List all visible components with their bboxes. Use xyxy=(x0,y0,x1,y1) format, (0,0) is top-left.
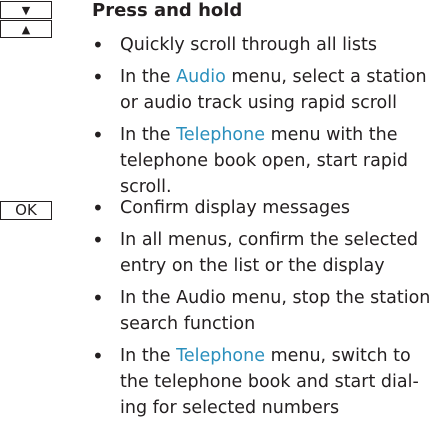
list-item: • In all menus, confirm the selected ent… xyxy=(92,227,440,279)
audio-term: Audio xyxy=(176,67,226,87)
item-text-prefix: In the xyxy=(120,346,177,366)
item-text: Quickly scroll through all lists xyxy=(120,35,377,55)
item-text-prefix: In the xyxy=(120,67,177,87)
scroll-up-key: ▲ xyxy=(0,20,52,38)
item-text: In the Audio menu, stop the station sear… xyxy=(120,288,431,334)
bullet-icon: • xyxy=(92,65,104,89)
item-text: In all menus, confirm the selected entry… xyxy=(120,230,419,276)
ok-key-list: • Confirm display messages • In all menu… xyxy=(92,195,440,427)
ok-key: OK xyxy=(0,201,52,220)
list-item: • In the Telephone menu with the telepho… xyxy=(92,122,440,200)
bullet-icon: • xyxy=(92,123,104,147)
scroll-down-key: ▼ xyxy=(0,1,52,19)
bullet-icon: • xyxy=(92,33,104,57)
list-item: • Quickly scroll through all lists xyxy=(92,32,440,58)
triangle-down-icon: ▼ xyxy=(21,3,31,17)
list-item: • In the Telephone menu, switch to the t… xyxy=(92,343,440,421)
press-hold-list: • Quickly scroll through all lists • In … xyxy=(92,32,440,206)
triangle-up-icon: ▲ xyxy=(21,22,31,36)
bullet-icon: • xyxy=(92,344,104,368)
bullet-icon: • xyxy=(92,286,104,310)
list-item: • In the Audio menu, stop the station se… xyxy=(92,285,440,337)
ok-key-label: OK xyxy=(15,201,37,219)
section-heading: Press and hold xyxy=(92,0,243,21)
bullet-icon: • xyxy=(92,196,104,220)
list-item: • In the Audio menu, select a station or… xyxy=(92,64,440,116)
bullet-icon: • xyxy=(92,228,104,252)
telephone-term: Telephone xyxy=(176,125,265,145)
item-text-prefix: In the xyxy=(120,125,177,145)
telephone-term: Telephone xyxy=(176,346,265,366)
list-item: • Confirm display messages xyxy=(92,195,440,221)
item-text: Confirm display messages xyxy=(120,198,351,218)
